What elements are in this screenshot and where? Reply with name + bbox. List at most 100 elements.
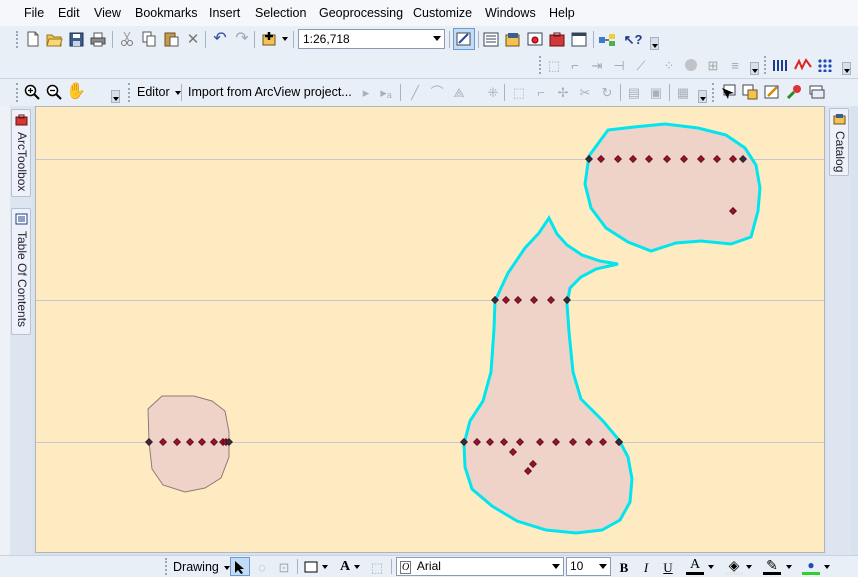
bold-button[interactable]: B xyxy=(615,558,633,576)
map-scale-combo[interactable]: 1:26,718 xyxy=(298,29,445,49)
toolbar-overflow-button[interactable] xyxy=(698,90,707,103)
polygon-top-right[interactable] xyxy=(583,122,762,253)
catalog-icon[interactable] xyxy=(504,30,522,48)
add-data-icon[interactable] xyxy=(261,30,279,48)
toolbar-grip[interactable] xyxy=(539,56,544,74)
zoom-to-element-icon[interactable]: ⊡ xyxy=(275,558,293,576)
profile-graph-icon[interactable] xyxy=(772,56,790,74)
open-icon[interactable] xyxy=(45,30,63,48)
construction-tools-icon[interactable]: ⟁ xyxy=(450,83,468,101)
cut-polygons-icon[interactable]: ✢ xyxy=(554,83,572,101)
marker-color-dropdown[interactable] xyxy=(822,558,832,576)
toolbar-grip[interactable] xyxy=(16,83,21,102)
hyperlink-icon[interactable] xyxy=(785,83,803,101)
toolbar-grip[interactable] xyxy=(165,558,170,575)
python-window-icon[interactable] xyxy=(570,30,588,48)
toolbar-grip[interactable] xyxy=(712,83,717,102)
fill-color-icon[interactable]: ◈ xyxy=(725,557,743,575)
select-elements-icon[interactable] xyxy=(230,557,250,576)
edit-vertices-icon[interactable]: ⬚ xyxy=(368,558,386,576)
select-features-icon[interactable] xyxy=(719,83,737,101)
topology-rules-icon[interactable]: ≡ xyxy=(726,56,744,74)
new-icon[interactable] xyxy=(24,30,42,48)
text-dropdown[interactable] xyxy=(352,558,362,576)
font-size-combo[interactable]: 10 xyxy=(566,557,611,576)
marker-color-icon[interactable]: ● xyxy=(802,557,820,575)
edit-table-icon[interactable] xyxy=(763,83,781,101)
menu-view[interactable]: View xyxy=(94,6,121,20)
menu-windows[interactable]: Windows xyxy=(485,6,536,20)
validate-icon[interactable]: ⁘ xyxy=(660,56,678,74)
end-point-arc-icon[interactable]: ⌒ xyxy=(428,83,446,101)
italic-button[interactable]: I xyxy=(637,558,655,576)
polygon-middle[interactable] xyxy=(462,215,634,535)
toolbar-overflow-button[interactable] xyxy=(650,37,659,50)
menu-help[interactable]: Help xyxy=(549,6,575,20)
import-arcview-button[interactable]: Import from ArcView project... xyxy=(188,85,352,99)
editor-toolbar-icon[interactable] xyxy=(453,28,475,50)
toolbar-overflow-button[interactable] xyxy=(842,62,851,75)
tab-catalog[interactable]: Catalog xyxy=(829,108,849,176)
attributes-icon[interactable]: ▤ xyxy=(625,83,643,101)
toolbar-overflow-button[interactable] xyxy=(111,90,120,103)
edit-tool-icon[interactable]: ▸ xyxy=(357,83,375,101)
menu-customize[interactable]: Customize xyxy=(413,6,472,20)
chevron-down-icon[interactable] xyxy=(599,564,607,569)
print-icon[interactable] xyxy=(89,30,107,48)
undo-icon[interactable]: ↶ xyxy=(211,30,229,48)
add-data-dropdown[interactable] xyxy=(280,30,290,48)
arctoolbox-icon[interactable] xyxy=(548,30,566,48)
create-features-icon[interactable]: ▦ xyxy=(674,83,692,101)
topology-edit-icon[interactable]: ⌐ xyxy=(566,56,584,74)
sketch-properties-icon[interactable]: ▣ xyxy=(647,83,665,101)
toolbar-overflow-button[interactable] xyxy=(750,62,759,75)
fill-color-dropdown[interactable] xyxy=(744,558,754,576)
align-edge-icon[interactable]: ⇥ xyxy=(588,56,606,74)
elevation-line-icon[interactable] xyxy=(794,56,812,74)
edit-vertices-icon[interactable]: ⬚ xyxy=(510,83,528,101)
drawing-menu-button[interactable]: Drawing xyxy=(173,560,231,574)
font-color-dropdown[interactable] xyxy=(706,558,716,576)
cut-icon[interactable] xyxy=(118,30,136,48)
editor-menu-button[interactable]: Editor xyxy=(137,85,182,99)
toolbar-grip[interactable] xyxy=(764,56,769,74)
fix-topology-icon[interactable]: ⊞ xyxy=(704,56,722,74)
copy-icon[interactable] xyxy=(140,30,158,48)
menu-bookmarks[interactable]: Bookmarks xyxy=(135,6,198,20)
select-topology-icon[interactable]: ⬚ xyxy=(545,56,563,74)
construct-features-icon[interactable]: ⟋ xyxy=(632,56,650,74)
zoom-out-icon[interactable] xyxy=(45,83,63,101)
straight-segment-icon[interactable]: ╱ xyxy=(406,83,424,101)
tab-table-of-contents[interactable]: Table Of Contents xyxy=(11,208,31,335)
rotate-element-icon[interactable]: ◌ xyxy=(253,558,271,576)
toolbar-grip[interactable] xyxy=(128,83,133,102)
rectangle-icon[interactable] xyxy=(302,558,320,576)
reshape-icon[interactable]: ⌐ xyxy=(532,83,550,101)
split-icon[interactable]: ✂ xyxy=(576,83,594,101)
tab-arctoolbox[interactable]: ArcToolbox xyxy=(11,109,31,197)
error-inspector-icon[interactable] xyxy=(682,56,700,74)
midpoint-icon[interactable]: ⁜ xyxy=(484,83,502,101)
zoom-in-icon[interactable] xyxy=(23,83,41,101)
menu-selection[interactable]: Selection xyxy=(255,6,306,20)
whats-this-icon[interactable]: ↖? xyxy=(624,30,643,48)
shared-features-icon[interactable]: ⊣ xyxy=(610,56,628,74)
line-color-icon[interactable]: ✎ xyxy=(763,557,781,575)
clear-selection-icon[interactable] xyxy=(741,83,759,101)
rectangle-dropdown[interactable] xyxy=(320,558,330,576)
pan-icon[interactable]: ✋ xyxy=(66,83,86,101)
font-name-combo[interactable]: O Arial xyxy=(396,557,564,576)
menu-geoprocessing[interactable]: Geoprocessing xyxy=(319,6,403,20)
modelbuilder-icon[interactable] xyxy=(598,30,616,48)
menu-edit[interactable]: Edit xyxy=(58,6,80,20)
chevron-down-icon[interactable] xyxy=(552,564,560,569)
layers-icon[interactable] xyxy=(808,83,826,101)
search-window-icon[interactable] xyxy=(526,30,544,48)
rotate-icon[interactable]: ↻ xyxy=(598,83,616,101)
font-color-button[interactable]: A xyxy=(686,557,704,575)
delete-icon[interactable]: ✕ xyxy=(184,30,202,48)
paste-icon[interactable] xyxy=(162,30,180,48)
menu-file[interactable]: File xyxy=(24,6,44,20)
underline-button[interactable]: U xyxy=(659,558,677,576)
edit-annotation-icon[interactable]: ▸ₐ xyxy=(377,83,395,101)
